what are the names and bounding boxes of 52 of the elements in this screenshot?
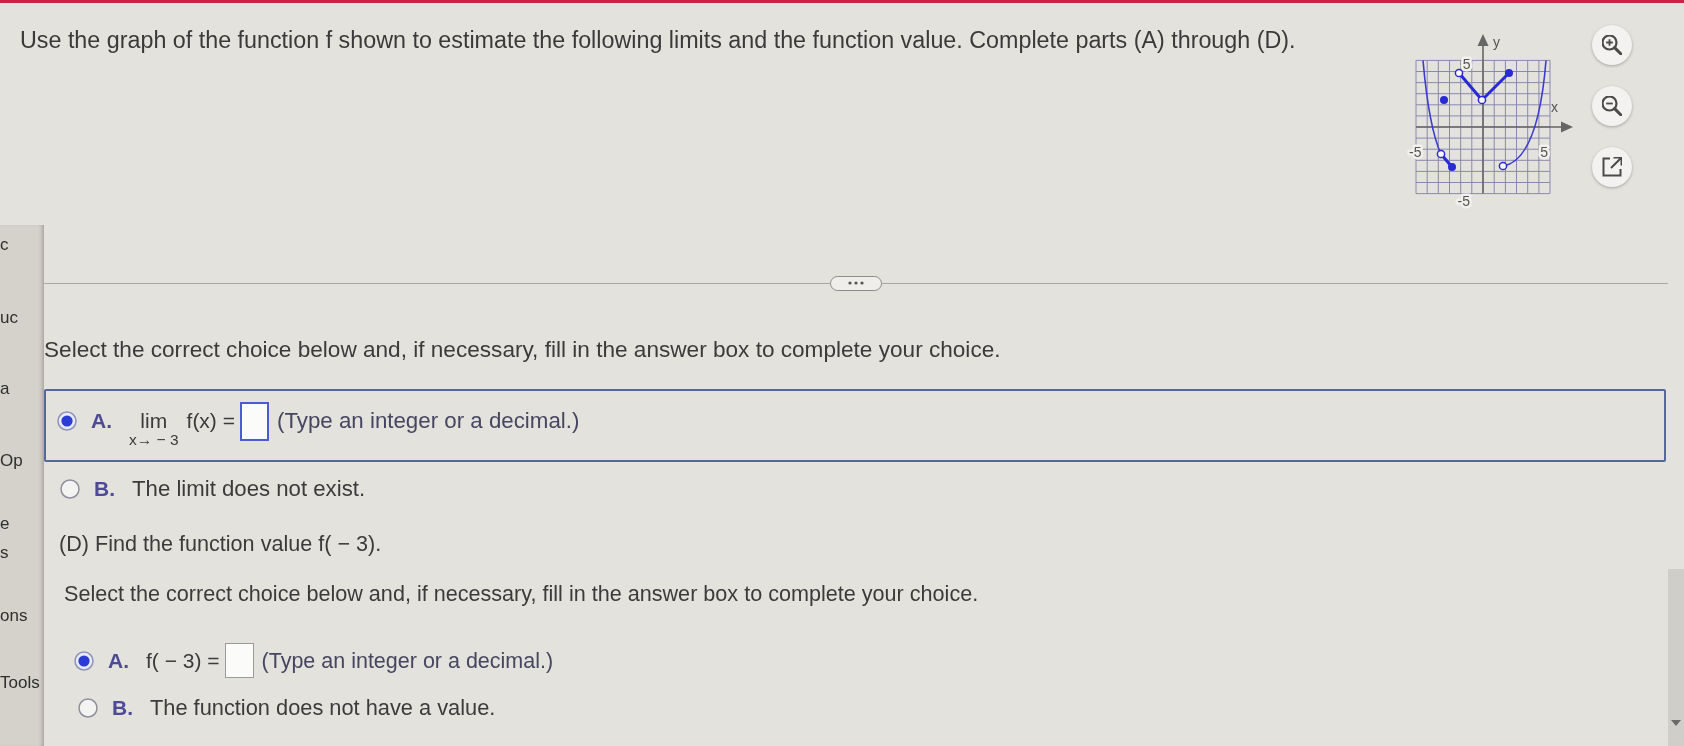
radio-button[interactable]	[60, 479, 80, 499]
scrollbar[interactable]	[1668, 569, 1684, 746]
panel-label: c	[0, 235, 9, 255]
filled-point	[1440, 96, 1448, 104]
choice-letter: A.	[91, 408, 113, 434]
input-hint: (Type an integer or a decimal.)	[261, 647, 554, 675]
panel-label: ons	[0, 606, 28, 626]
function-expression: f(x) =	[186, 408, 235, 434]
external-link-icon[interactable]	[1602, 157, 1622, 177]
expand-button[interactable]	[830, 275, 882, 291]
panel-label: Op	[0, 451, 23, 471]
choice-letter: B.	[112, 695, 134, 721]
input-hint: (Type an integer or a decimal.)	[276, 407, 580, 435]
panel-label: a	[0, 379, 10, 399]
zoom-out-icon[interactable]	[1602, 96, 1622, 116]
tick-label: 5	[1462, 56, 1471, 72]
part-heading: (D) Find the function value f( − 3).	[59, 530, 382, 558]
tick-label: 5	[1540, 144, 1548, 160]
question-text: Use the graph of the function f shown to estimate the following limits and the function value. Complete parts (A) through (D).	[20, 26, 1296, 54]
instruction-text: Select the correct choice below and, if necessary, fill in the answer box to complete your choice.	[44, 336, 1001, 364]
zoom-in-icon[interactable]	[1602, 35, 1622, 55]
radio-button[interactable]	[74, 650, 94, 671]
open-point	[1477, 95, 1487, 105]
answer-box[interactable]	[224, 643, 254, 678]
panel-label: s	[0, 543, 9, 563]
panel-label: e	[0, 514, 10, 534]
tick-label: -5	[1409, 144, 1422, 160]
choice-letter: B.	[94, 476, 116, 502]
open-point	[1498, 161, 1508, 171]
scroll-down-icon[interactable]	[1671, 720, 1681, 726]
filled-point	[1505, 69, 1513, 77]
axis-label: y	[1493, 34, 1500, 50]
radio-button[interactable]	[57, 411, 77, 431]
filled-point	[1448, 163, 1456, 171]
open-point	[1454, 68, 1464, 78]
answer-box[interactable]	[239, 401, 269, 441]
ellipsis-icon[interactable]	[848, 281, 864, 285]
open-point	[1436, 149, 1446, 159]
choice-text: The function does not have a value.	[150, 694, 496, 722]
choice-text: The limit does not exist.	[132, 475, 366, 503]
zoom-out-button[interactable]	[1592, 86, 1632, 126]
tick-label: -5	[1457, 193, 1470, 209]
popout-button[interactable]	[1592, 147, 1632, 187]
panel-label: Tools	[0, 673, 40, 693]
axis-label: x	[1551, 99, 1558, 115]
zoom-in-button[interactable]	[1592, 25, 1632, 65]
instruction-text: Select the correct choice below and, if necessary, fill in the answer box to complete your choice.	[64, 580, 979, 608]
function-expression: f( − 3) =	[146, 647, 220, 674]
limit-notation: lim x→ − 3	[129, 408, 179, 447]
choice-letter: A.	[108, 647, 130, 674]
radio-button[interactable]	[78, 698, 98, 718]
panel-label: uc	[0, 308, 18, 328]
